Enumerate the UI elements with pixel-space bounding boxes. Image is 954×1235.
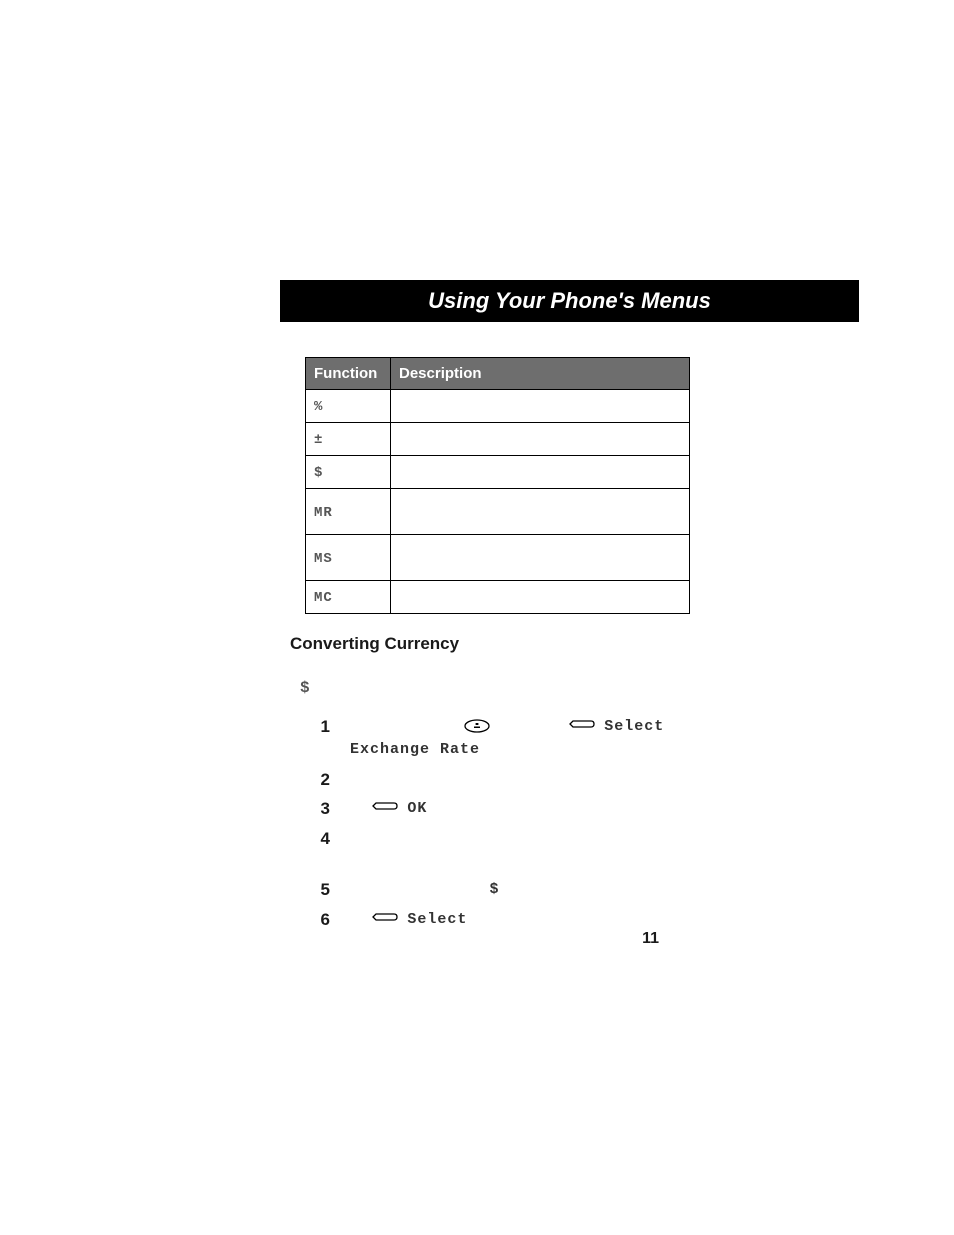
step-6: 6 Select xyxy=(300,908,859,931)
table-row: ± xyxy=(306,423,690,456)
step-5: 5 $ xyxy=(300,878,859,901)
table-row: % xyxy=(306,390,690,423)
step-content: OK xyxy=(350,797,859,820)
function-mc: MC xyxy=(314,590,333,606)
exchange-rate-label: Exchange Rate xyxy=(350,741,480,758)
function-currency: $ xyxy=(314,465,322,481)
select-label: Select xyxy=(407,912,467,929)
description-cell xyxy=(391,535,690,581)
step-content: $ xyxy=(350,878,859,901)
table-row: MC xyxy=(306,581,690,614)
table-header-description: Description xyxy=(391,358,690,390)
step-content xyxy=(350,768,859,790)
step-content: Select Exchange Rate xyxy=(350,715,859,761)
function-ms: MS xyxy=(314,551,333,567)
section-title-bar: Using Your Phone's Menus xyxy=(280,280,859,322)
step-2: 2 xyxy=(300,768,859,790)
soft-key-icon xyxy=(569,715,595,737)
table-header-function: Function xyxy=(306,358,391,390)
page-number: 11 xyxy=(642,930,659,948)
step-3: 3 OK xyxy=(300,797,859,820)
page-content: Using Your Phone's Menus Function Descri… xyxy=(0,0,954,932)
section-title: Using Your Phone's Menus xyxy=(428,288,711,313)
step-number: 4 xyxy=(300,827,330,849)
steps-list: 1 Select Exchange xyxy=(300,715,859,932)
ok-label: OK xyxy=(407,800,427,817)
step-content xyxy=(350,827,859,871)
step-1: 1 Select Exchange xyxy=(300,715,859,761)
description-cell xyxy=(391,489,690,535)
description-cell xyxy=(391,581,690,614)
step-number: 1 xyxy=(300,715,330,737)
function-percent: % xyxy=(314,399,322,415)
description-cell xyxy=(391,390,690,423)
description-cell xyxy=(391,456,690,489)
table-row: MS xyxy=(306,535,690,581)
step-number: 6 xyxy=(300,908,330,930)
step-4: 4 xyxy=(300,827,859,871)
function-table: Function Description % ± $ MR MS xyxy=(305,357,690,614)
soft-key-icon xyxy=(372,908,398,930)
description-cell xyxy=(391,423,690,456)
step-number: 3 xyxy=(300,797,330,819)
currency-symbol: $ xyxy=(300,679,310,697)
step-number: 2 xyxy=(300,768,330,790)
step-number: 5 xyxy=(300,878,330,900)
function-plusminus: ± xyxy=(314,432,322,448)
select-label: Select xyxy=(604,718,664,735)
function-mr: MR xyxy=(314,505,333,521)
converting-currency-heading: Converting Currency xyxy=(290,634,859,654)
soft-key-icon xyxy=(372,797,398,819)
nav-key-icon xyxy=(464,715,490,737)
table-row: MR xyxy=(306,489,690,535)
inline-dollar: $ xyxy=(489,881,499,898)
table-row: $ xyxy=(306,456,690,489)
step-content: Select xyxy=(350,908,859,931)
